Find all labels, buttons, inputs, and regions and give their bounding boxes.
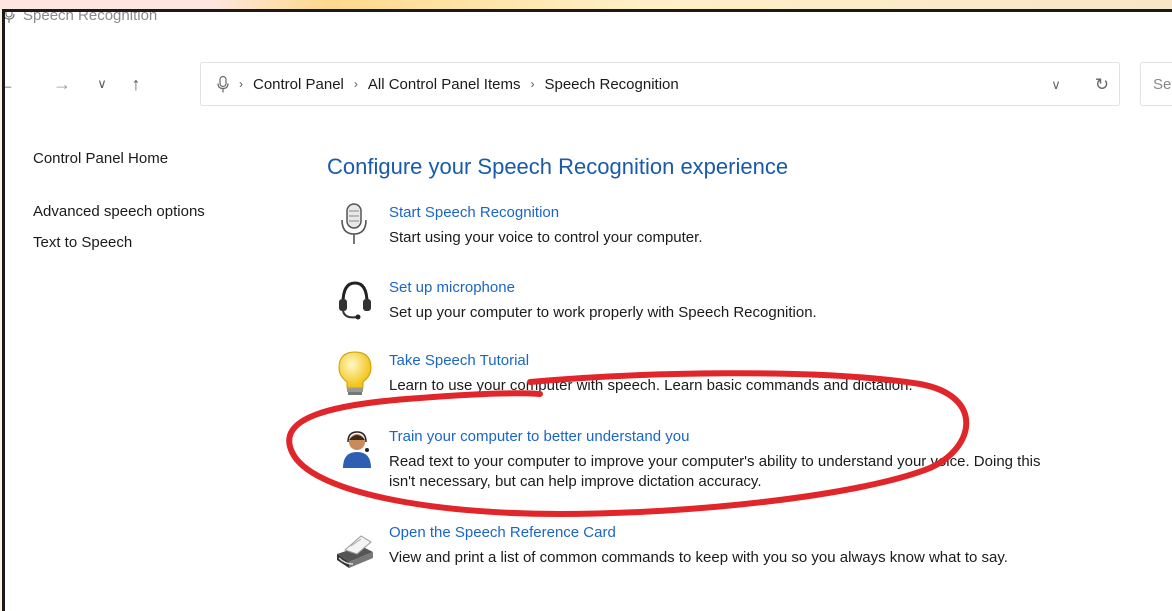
text-to-speech-link[interactable]: Text to Speech <box>33 234 205 251</box>
person-headset-icon <box>343 431 371 468</box>
search-placeholder: Se <box>1153 75 1172 93</box>
recent-locations-button[interactable]: ∨ <box>85 67 119 101</box>
title-bar: Speech Recognition <box>5 9 158 30</box>
chevron-right-icon: › <box>239 77 243 91</box>
take-speech-tutorial-link[interactable]: Take Speech Tutorial <box>389 352 529 369</box>
control-panel-home-link[interactable]: Control Panel Home <box>33 150 205 167</box>
microphone-icon <box>5 12 15 23</box>
left-nav: Control Panel Home Advanced speech optio… <box>33 150 205 265</box>
chevron-right-icon: › <box>530 77 535 91</box>
printer-icon <box>337 535 373 568</box>
advanced-speech-options-link[interactable]: Advanced speech options <box>33 203 205 220</box>
page-heading: Configure your Speech Recognition experi… <box>327 154 789 179</box>
breadcrumb-speech-recognition[interactable]: Speech Recognition <box>544 76 678 93</box>
back-button[interactable]: ← <box>5 67 23 101</box>
set-up-microphone-link[interactable]: Set up microphone <box>389 279 515 296</box>
navigation-toolbar: ← → ∨ ↑ › Control Panel › All Control Pa… <box>5 62 1172 108</box>
refresh-icon[interactable]: ↻ <box>1095 75 1109 95</box>
breadcrumb-all-items[interactable]: All Control Panel Items <box>368 76 521 93</box>
address-dropdown-chevron-icon[interactable]: ∨ <box>1051 77 1061 93</box>
take-speech-tutorial-desc: Learn to use your computer with speech. … <box>389 377 913 394</box>
arrow-up-icon: ↑ <box>131 73 141 94</box>
forward-button[interactable]: → <box>45 67 79 101</box>
start-speech-recognition-link[interactable]: Start Speech Recognition <box>389 204 559 221</box>
control-panel-window: Speech Recognition ← → ∨ ↑ › Control Pan… <box>2 9 1172 611</box>
lightbulb-icon <box>338 351 372 395</box>
arrow-right-icon: → <box>53 73 71 94</box>
speech-reference-card-desc: View and print a list of common commands… <box>389 549 1008 566</box>
chevron-right-icon: › <box>353 77 358 91</box>
start-speech-recognition-desc: Start using your voice to control your c… <box>389 229 703 246</box>
microphone-icon <box>217 75 229 92</box>
arrow-left-icon: ← <box>5 74 15 95</box>
window-title: Speech Recognition <box>23 9 158 24</box>
train-computer-desc-line1: Read text to your computer to improve yo… <box>389 453 1041 470</box>
train-computer-desc-line2: isn't necessary, but can help improve di… <box>389 473 762 490</box>
chevron-down-icon: ∨ <box>97 76 107 91</box>
breadcrumb-control-panel[interactable]: Control Panel <box>253 76 344 93</box>
microphone-icon <box>341 203 367 244</box>
speech-reference-card-link[interactable]: Open the Speech Reference Card <box>389 524 616 541</box>
address-actions: ∨ ↻ <box>1051 63 1109 107</box>
address-bar[interactable]: › Control Panel › All Control Panel Item… <box>200 62 1120 106</box>
headset-icon <box>339 281 371 320</box>
up-button[interactable]: ↑ <box>119 67 153 101</box>
train-computer-link[interactable]: Train your computer to better understand… <box>389 428 689 445</box>
train-computer-desc: Read text to your computer to improve yo… <box>389 452 1041 492</box>
set-up-microphone-desc: Set up your computer to work properly wi… <box>389 304 817 321</box>
search-input[interactable]: Se <box>1140 62 1172 106</box>
